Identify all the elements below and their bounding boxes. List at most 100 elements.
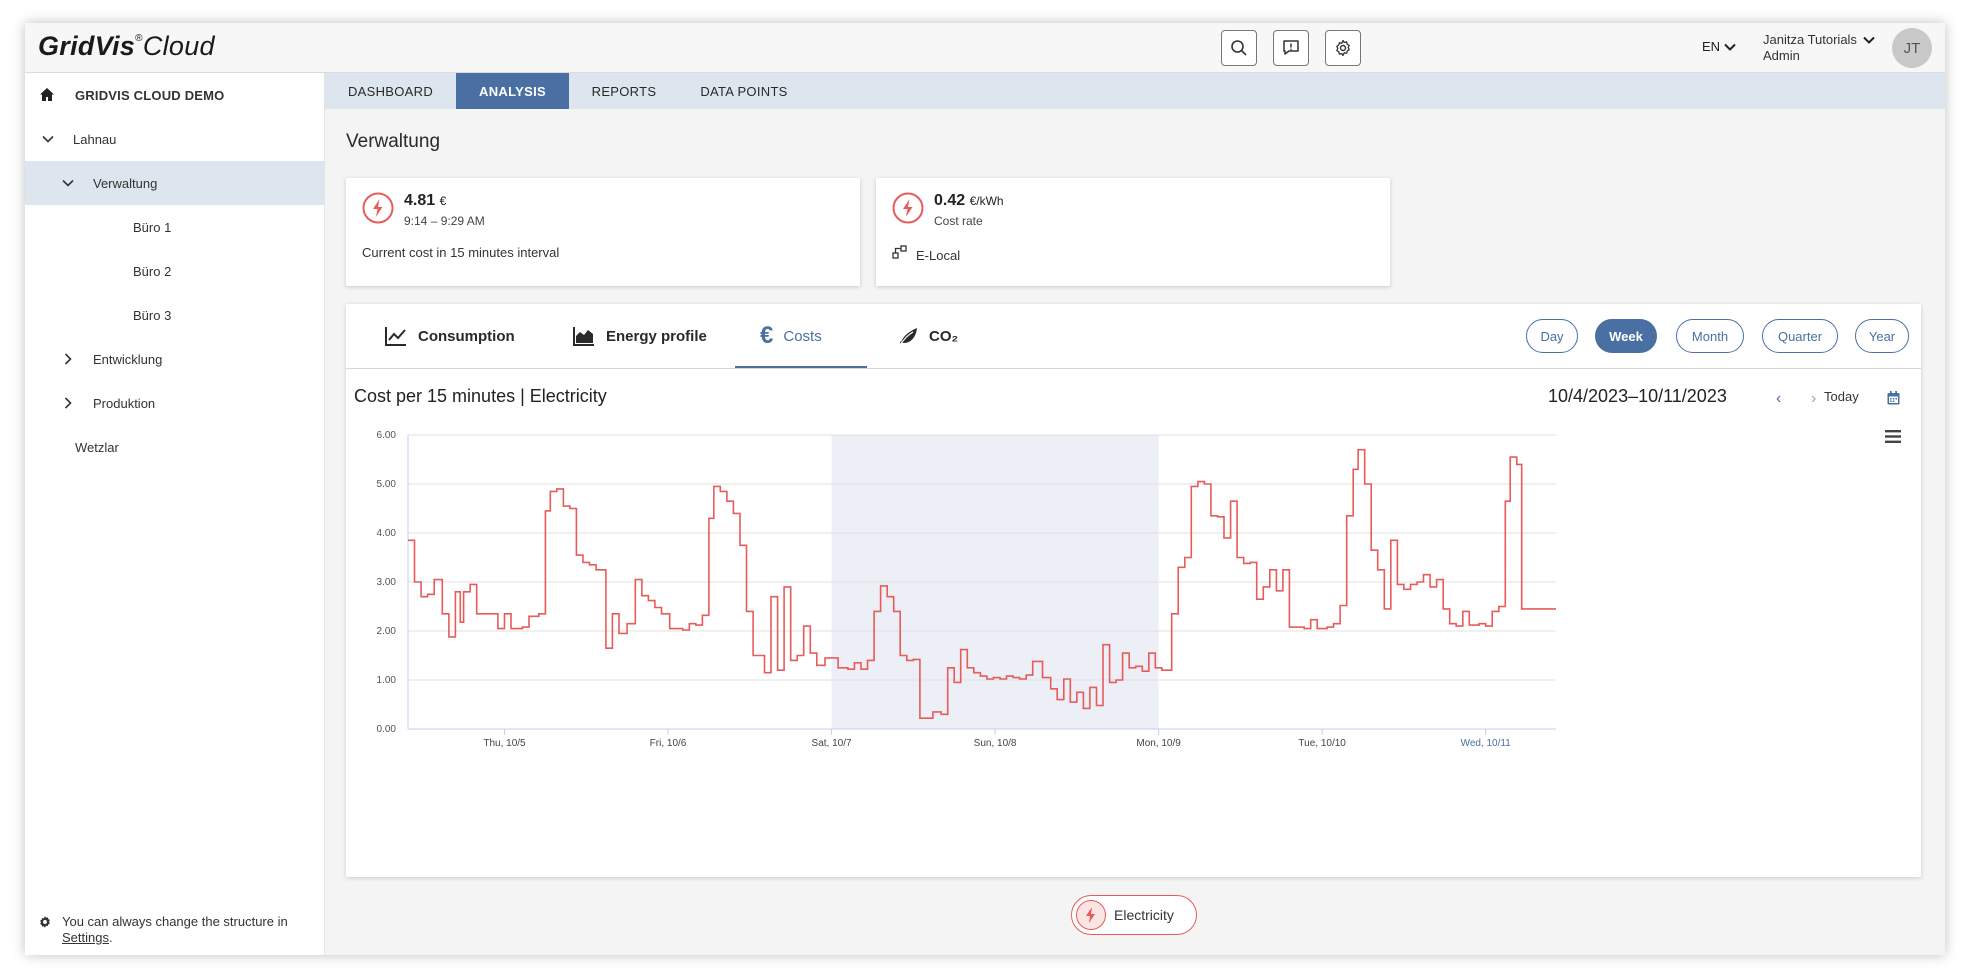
y-tick-label: 2.00 (377, 626, 397, 637)
lightning-icon (362, 192, 394, 224)
cost-rate-label: Cost rate (934, 214, 983, 228)
prev-period-button[interactable]: ‹ (1776, 390, 1781, 408)
language-select[interactable]: EN (1702, 39, 1736, 54)
feedback-button[interactable] (1273, 30, 1309, 66)
page-title: Verwaltung (346, 131, 441, 152)
tab-consumption[interactable]: Consumption (384, 304, 515, 368)
sidebar-item-label: Wetzlar (75, 439, 119, 455)
tab-data-points[interactable]: DATA POINTS (679, 73, 809, 109)
chevron-down-icon[interactable] (61, 176, 75, 190)
search-button[interactable] (1221, 30, 1257, 66)
sidebar-root[interactable]: GRIDVIS CLOUD DEMO (25, 73, 325, 117)
sidebar-item[interactable]: Lahnau (25, 117, 325, 161)
y-axis-label: € (403, 424, 409, 427)
x-tick-label: Wed, 10/11 (1461, 738, 1512, 749)
sidebar-footer-text: You can always change the structure in (62, 914, 288, 929)
feedback-icon (1283, 40, 1299, 55)
current-cost-description: Current cost in 15 minutes interval (362, 245, 560, 260)
tab-dashboard[interactable]: DASHBOARD (325, 73, 456, 109)
sidebar-item[interactable]: Büro 2 (25, 249, 325, 293)
chevron-down-icon (1724, 43, 1736, 51)
x-tick-label: Tue, 10/10 (1298, 738, 1346, 749)
sidebar-item[interactable]: Büro 1 (25, 205, 325, 249)
period-quarter[interactable]: Quarter (1762, 319, 1838, 353)
legend-electricity[interactable]: Electricity (1071, 895, 1197, 935)
sidebar-item-label: Verwaltung (93, 175, 158, 191)
sidebar-item[interactable]: Verwaltung (25, 161, 325, 205)
sidebar-item[interactable]: Produktion (25, 381, 325, 425)
tab-costs[interactable]: € Costs (760, 304, 822, 368)
gear-icon (40, 916, 50, 928)
main-tabs: DASHBOARD ANALYSIS REPORTS DATA POINTS (325, 73, 1945, 109)
period-week[interactable]: Week (1595, 319, 1657, 353)
chart-card: Consumption Energy profile € Costs CO₂ D… (346, 304, 1921, 877)
chevron-right-icon[interactable] (61, 352, 75, 366)
chevron-down-icon[interactable] (41, 132, 55, 146)
y-tick-label: 1.00 (377, 675, 397, 686)
sidebar-item-label: Büro 1 (133, 219, 172, 235)
chevron-down-icon (1863, 36, 1875, 44)
date-range: 10/4/2023–10/11/2023 (1548, 386, 1727, 406)
lightning-icon (1076, 900, 1106, 930)
cost-rate-card: 0.42 €/kWh Cost rate E-Local (876, 178, 1390, 286)
line-chart-icon (385, 327, 406, 346)
cost-chart: 0.00 1.00 2.00 3.00 4.00 5.00 6.00 € Thu, 10/5 Fr… (377, 424, 1556, 749)
tariff-name: E-Local (916, 248, 961, 263)
next-period-button[interactable]: › (1811, 390, 1816, 408)
current-cost-value: 4.81 € (404, 192, 447, 209)
period-month[interactable]: Month (1676, 319, 1744, 353)
lightning-icon (892, 192, 924, 224)
x-tick-label: Thu, 10/5 (483, 738, 526, 749)
user-menu[interactable]: Janitza Tutorials Admin (1763, 32, 1875, 64)
settings-link[interactable]: Settings (62, 930, 109, 945)
y-tick-label: 3.00 (377, 577, 397, 588)
current-cost-card: 4.81 € 9:14 – 9:29 AM Current cost in 15… (346, 178, 860, 286)
sidebar-item-label: Büro 2 (133, 263, 172, 279)
tabs-divider (346, 368, 1921, 369)
app-window: GridVis®Cloud EN Janitza Tutorials Admin… (25, 23, 1945, 955)
current-cost-time: 9:14 – 9:29 AM (404, 214, 485, 228)
sidebar: GRIDVIS CLOUD DEMO Lahnau Verwaltung Büro … (25, 73, 325, 955)
sidebar-footer: You can always change the structure in S… (38, 914, 318, 946)
tab-analysis[interactable]: ANALYSIS (456, 73, 569, 109)
settings-button[interactable] (1325, 30, 1361, 66)
area-chart-icon (573, 327, 594, 346)
x-tick-label: Mon, 10/9 (1136, 738, 1181, 749)
sidebar-item-label: Entwicklung (93, 351, 163, 367)
sidebar-item[interactable]: Wetzlar (25, 425, 325, 469)
avatar[interactable]: JT (1892, 28, 1932, 68)
period-year[interactable]: Year (1855, 319, 1909, 353)
chevron-right-icon[interactable] (61, 396, 75, 410)
sidebar-item[interactable]: Büro 3 (25, 293, 325, 337)
sidebar-item[interactable]: Entwicklung (25, 337, 325, 381)
today-button[interactable]: Today (1824, 389, 1859, 404)
home-icon (40, 88, 54, 101)
x-tick-label: Fri, 10/6 (650, 738, 687, 749)
leaf-icon (899, 328, 917, 346)
cost-rate-value: 0.42 €/kWh (934, 192, 1004, 209)
tariff-icon (892, 245, 907, 259)
tab-energy-profile[interactable]: Energy profile (572, 304, 707, 368)
y-tick-label: 4.00 (377, 528, 397, 539)
calendar-icon[interactable] (1887, 391, 1900, 405)
gear-icon (1336, 39, 1350, 57)
sidebar-item-label: Lahnau (73, 131, 117, 147)
y-tick-label: 6.00 (377, 430, 397, 441)
legend-label: Electricity (1114, 907, 1174, 923)
sidebar-item-label: Produktion (93, 395, 156, 411)
x-tick-label: Sun, 10/8 (974, 738, 1017, 749)
euro-icon: € (760, 322, 774, 349)
chart-title: Cost per 15 minutes | Electricity (354, 386, 607, 406)
sidebar-root-label: GRIDVIS CLOUD DEMO (75, 87, 225, 103)
app-logo[interactable]: GridVis®Cloud (38, 31, 215, 62)
user-role: Admin (1763, 48, 1800, 63)
period-day[interactable]: Day (1526, 319, 1578, 353)
y-tick-label: 0.00 (377, 724, 397, 735)
x-tick-label: Sat, 10/7 (812, 738, 852, 749)
app-header: GridVis®Cloud EN Janitza Tutorials Admin… (25, 23, 1945, 73)
user-name: Janitza Tutorials (1763, 32, 1857, 47)
y-tick-label: 5.00 (377, 479, 397, 490)
sidebar-item-label: Büro 3 (133, 307, 172, 323)
tab-co2[interactable]: CO₂ (897, 304, 958, 368)
tab-reports[interactable]: REPORTS (569, 73, 679, 109)
